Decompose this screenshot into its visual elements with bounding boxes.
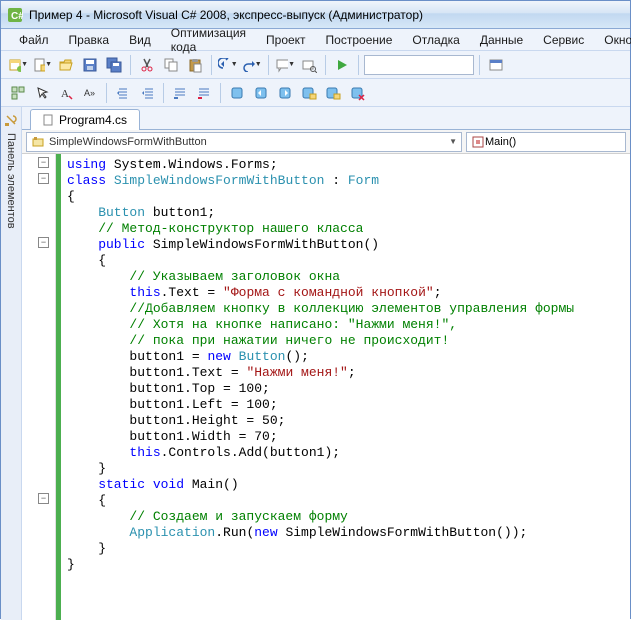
class-combo[interactable]: SimpleWindowsFormWithButton ▼ <box>26 132 462 152</box>
uncomment-button[interactable] <box>193 82 215 104</box>
app-icon: C# <box>7 7 23 23</box>
toolbar-extra-button[interactable] <box>485 54 507 76</box>
document-tabs: Program4.cs <box>22 107 630 130</box>
code-area[interactable]: using System.Windows.Forms; class Simple… <box>61 154 630 620</box>
bookmark-prev-button[interactable] <box>250 82 272 104</box>
open-button[interactable] <box>55 54 77 76</box>
step-into-icon[interactable]: A» <box>79 82 101 104</box>
menu-edit[interactable]: Правка <box>61 31 118 49</box>
outline-gutter[interactable]: − − − − <box>22 154 56 620</box>
decrease-indent-button[interactable] <box>112 82 134 104</box>
bookmark-clear-button[interactable] <box>346 82 368 104</box>
copy-button[interactable] <box>160 54 182 76</box>
method-icon <box>471 135 485 149</box>
menu-file[interactable]: Файл <box>11 31 57 49</box>
letter-icon[interactable]: A <box>55 82 77 104</box>
pointer-icon[interactable] <box>31 82 53 104</box>
outline-toggle[interactable]: − <box>38 157 49 168</box>
svg-text:C#: C# <box>11 11 23 22</box>
new-project-button[interactable]: ▼ <box>7 54 29 76</box>
bookmark-prev-folder-button[interactable] <box>298 82 320 104</box>
paste-button[interactable] <box>184 54 206 76</box>
menubar: Файл Правка Вид Оптимизация кода Проект … <box>1 29 630 51</box>
class-icon <box>31 135 45 149</box>
outline-toggle[interactable]: − <box>38 173 49 184</box>
cut-button[interactable] <box>136 54 158 76</box>
titlebar: C# Пример 4 - Microsoft Visual C# 2008, … <box>1 1 630 29</box>
toolbox-panel[interactable]: Панель элементов <box>1 107 22 620</box>
bookmark-next-folder-button[interactable] <box>322 82 344 104</box>
file-icon <box>43 114 55 126</box>
comment-button[interactable]: ▼ <box>274 54 296 76</box>
add-item-button[interactable]: ▼ <box>31 54 53 76</box>
class-name: SimpleWindowsFormWithButton <box>49 136 207 148</box>
toolbar-main: ▼ ▼ ▼ ▼ ▼ <box>1 51 630 79</box>
redo-button[interactable]: ▼ <box>241 54 263 76</box>
toolbox-label: Панель элементов <box>5 133 17 229</box>
find-button[interactable] <box>298 54 320 76</box>
window-title: Пример 4 - Microsoft Visual C# 2008, экс… <box>29 8 423 22</box>
toolbox-icon <box>4 113 18 127</box>
menu-view[interactable]: Вид <box>121 31 159 49</box>
config-combo[interactable] <box>364 55 474 75</box>
start-debug-button[interactable] <box>331 54 353 76</box>
save-button[interactable] <box>79 54 101 76</box>
tab-program4[interactable]: Program4.cs <box>30 109 140 130</box>
menu-window[interactable]: Окно <box>596 31 631 49</box>
tab-label: Program4.cs <box>59 113 127 127</box>
menu-debug[interactable]: Отладка <box>404 31 467 49</box>
menu-optimize[interactable]: Оптимизация кода <box>163 24 254 56</box>
bookmark-toggle-button[interactable] <box>226 82 248 104</box>
save-all-button[interactable] <box>103 54 125 76</box>
bookmark-next-button[interactable] <box>274 82 296 104</box>
menu-project[interactable]: Проект <box>258 31 314 49</box>
svg-text:A: A <box>61 88 69 100</box>
outline-toggle[interactable]: − <box>38 493 49 504</box>
object-browser-icon[interactable] <box>7 82 29 104</box>
increase-indent-button[interactable] <box>136 82 158 104</box>
undo-button[interactable]: ▼ <box>217 54 239 76</box>
member-combo[interactable]: Main() <box>466 132 626 152</box>
svg-text:A»: A» <box>84 88 95 98</box>
menu-build[interactable]: Построение <box>318 31 401 49</box>
code-editor[interactable]: − − − − using System.Windows.Forms; clas… <box>22 154 630 620</box>
menu-service[interactable]: Сервис <box>535 31 592 49</box>
menu-data[interactable]: Данные <box>472 31 531 49</box>
toolbar-text-editor: A A» <box>1 79 630 107</box>
chevron-down-icon: ▼ <box>449 137 457 146</box>
member-name: Main() <box>485 136 516 148</box>
navigation-bar: SimpleWindowsFormWithButton ▼ Main() <box>22 130 630 154</box>
comment-out-button[interactable] <box>169 82 191 104</box>
outline-toggle[interactable]: − <box>38 237 49 248</box>
